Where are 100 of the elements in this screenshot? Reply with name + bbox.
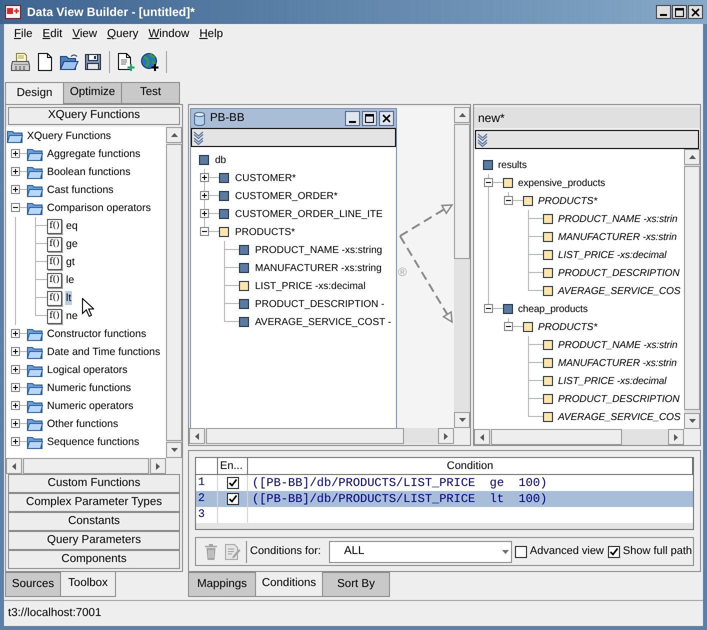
scroll-thumb[interactable] bbox=[206, 428, 404, 444]
tree-item[interactable]: MANUFACTURER -xs:string bbox=[255, 260, 382, 276]
table-row[interactable]: 2 ([PB-BB]/db/PRODUCTS/LIST_PRICE lt 100) bbox=[196, 491, 693, 507]
tab[interactable]: Toolbox bbox=[60, 572, 116, 597]
plus-box-icon[interactable] bbox=[11, 365, 20, 374]
double-chevron-icon[interactable] bbox=[193, 130, 204, 144]
tree-item[interactable]: Numeric operators bbox=[46, 399, 134, 413]
folder-icon[interactable] bbox=[59, 53, 79, 71]
tree-item[interactable]: AVERAGE_SERVICE_COST - bbox=[255, 314, 392, 330]
accordion-header[interactable]: Custom Functions bbox=[8, 474, 180, 493]
scroll-thumb[interactable] bbox=[23, 458, 149, 474]
tree-item[interactable]: Date and Time functions bbox=[46, 345, 162, 359]
tree-item[interactable]: gt bbox=[65, 255, 76, 269]
tree-item[interactable]: Constructor functions bbox=[46, 327, 148, 341]
scroll-up-button[interactable] bbox=[166, 127, 182, 143]
menu-item[interactable]: File bbox=[9, 26, 38, 44]
tree-item[interactable]: PRODUCT_NAME -xs:strin bbox=[558, 212, 678, 226]
double-chevron-icon[interactable] bbox=[477, 132, 488, 146]
tree-item[interactable]: CUSTOMER_ORDER_LINE_ITE bbox=[235, 206, 383, 222]
column-header[interactable]: En... bbox=[218, 458, 248, 474]
plus-box-icon[interactable] bbox=[11, 437, 20, 446]
scroll-left-button[interactable] bbox=[474, 429, 490, 445]
globe-plus-icon[interactable] bbox=[140, 52, 160, 72]
accordion-header[interactable]: Components bbox=[8, 550, 180, 569]
scroll-left-button[interactable] bbox=[189, 428, 205, 444]
tree-item[interactable]: MANUFACTURER -xs:strin bbox=[558, 356, 677, 370]
tree-item[interactable]: PRODUCT_NAME -xs:string bbox=[255, 242, 382, 258]
tree-item[interactable]: ge bbox=[65, 237, 79, 251]
scroll-right-button[interactable] bbox=[438, 428, 454, 444]
tree-item[interactable]: results bbox=[498, 158, 527, 172]
plus-box-icon[interactable] bbox=[11, 419, 20, 428]
minus-box-icon[interactable] bbox=[200, 227, 209, 236]
minus-box-icon[interactable] bbox=[484, 178, 493, 187]
close-button[interactable] bbox=[379, 111, 394, 126]
page-plus-icon[interactable] bbox=[117, 52, 135, 72]
plus-box-icon[interactable] bbox=[200, 173, 209, 182]
maximize-button[interactable] bbox=[672, 5, 687, 19]
tab[interactable]: Design bbox=[5, 82, 64, 104]
tree-item[interactable]: PRODUCT_NAME -xs:strin bbox=[558, 338, 678, 352]
plus-box-icon[interactable] bbox=[200, 209, 209, 218]
scroll-thumb[interactable] bbox=[454, 124, 470, 259]
save-icon[interactable] bbox=[84, 53, 102, 71]
scroll-up-button[interactable] bbox=[454, 107, 470, 123]
horizontal-scrollbar[interactable] bbox=[189, 428, 454, 444]
tab[interactable]: Mappings bbox=[188, 572, 256, 597]
scroll-right-button[interactable] bbox=[150, 458, 166, 474]
tree-item[interactable]: Sequence functions bbox=[46, 435, 140, 449]
tree-item[interactable]: Cast functions bbox=[46, 183, 115, 197]
vertical-scrollbar[interactable] bbox=[454, 107, 470, 428]
tree-item[interactable]: Other functions bbox=[46, 417, 120, 431]
horizontal-scrollbar[interactable] bbox=[6, 458, 166, 474]
page-icon[interactable] bbox=[37, 52, 53, 72]
printer-icon[interactable] bbox=[11, 52, 31, 72]
tree-item[interactable]: CUSTOMER* bbox=[235, 170, 296, 186]
scroll-down-button[interactable] bbox=[166, 442, 182, 458]
plus-box-icon[interactable] bbox=[11, 149, 20, 158]
scroll-up-button[interactable] bbox=[684, 149, 700, 165]
tree-item[interactable]: eq bbox=[65, 219, 79, 233]
tree-item[interactable]: PRODUCT_DESCRIPTION - bbox=[255, 296, 384, 312]
menu-item[interactable]: Help bbox=[194, 26, 228, 44]
tree-item[interactable]: MANUFACTURER -xs:strin bbox=[558, 230, 677, 244]
minus-box-icon[interactable] bbox=[484, 304, 493, 313]
tab[interactable]: Test bbox=[121, 82, 180, 104]
maximize-button[interactable] bbox=[362, 111, 377, 126]
horizontal-scrollbar[interactable] bbox=[474, 429, 684, 445]
menu-item[interactable]: Window bbox=[143, 26, 194, 44]
plus-box-icon[interactable] bbox=[200, 191, 209, 200]
tree-item[interactable]: PRODUCTS* bbox=[235, 224, 296, 240]
menu-item[interactable]: Edit bbox=[38, 26, 68, 44]
tree-item[interactable]: Boolean functions bbox=[46, 165, 132, 179]
checkbox[interactable] bbox=[608, 546, 620, 558]
accordion-header[interactable]: Complex Parameter Types bbox=[8, 493, 180, 512]
tree-item[interactable]: cheap_products bbox=[518, 302, 588, 316]
tree-item[interactable]: Logical operators bbox=[46, 363, 129, 377]
tree-item[interactable]: PRODUCTS* bbox=[538, 320, 598, 334]
tree-item[interactable]: ne bbox=[65, 309, 79, 323]
accordion-header[interactable]: XQuery Functions bbox=[8, 107, 180, 125]
caret-icon[interactable] bbox=[502, 550, 509, 554]
tree-item[interactable]: CUSTOMER_ORDER* bbox=[235, 188, 338, 204]
tree-item[interactable]: PRODUCT_DESCRIPTION bbox=[558, 392, 680, 406]
plus-box-icon[interactable] bbox=[11, 185, 20, 194]
accordion-header[interactable]: Constants bbox=[8, 512, 180, 531]
column-header[interactable]: Condition bbox=[248, 458, 693, 474]
menu-item[interactable]: Query bbox=[102, 26, 144, 44]
tree-item[interactable]: PRODUCTS* bbox=[538, 194, 598, 208]
tree-item[interactable]: Aggregate functions bbox=[46, 147, 142, 161]
tree-item[interactable]: AVERAGE_SERVICE_COS bbox=[558, 284, 680, 298]
tree-item[interactable]: Numeric functions bbox=[46, 381, 132, 395]
tree-item[interactable]: Comparison operators bbox=[46, 201, 152, 215]
scroll-down-button[interactable] bbox=[684, 413, 700, 429]
checkbox[interactable] bbox=[226, 493, 238, 505]
minimize-button[interactable] bbox=[656, 5, 671, 19]
tree-item[interactable]: AVERAGE_SERVICE_COS bbox=[558, 410, 680, 424]
tree-item[interactable]: le bbox=[65, 273, 76, 287]
plus-box-icon[interactable] bbox=[11, 167, 20, 176]
tab[interactable]: Optimize bbox=[63, 82, 122, 104]
tree-item[interactable]: LIST_PRICE -xs:decimal bbox=[558, 374, 666, 388]
dropdown[interactable]: ALL bbox=[328, 540, 512, 562]
tree-item[interactable]: XQuery Functions bbox=[26, 129, 112, 143]
minus-box-icon[interactable] bbox=[504, 196, 513, 205]
